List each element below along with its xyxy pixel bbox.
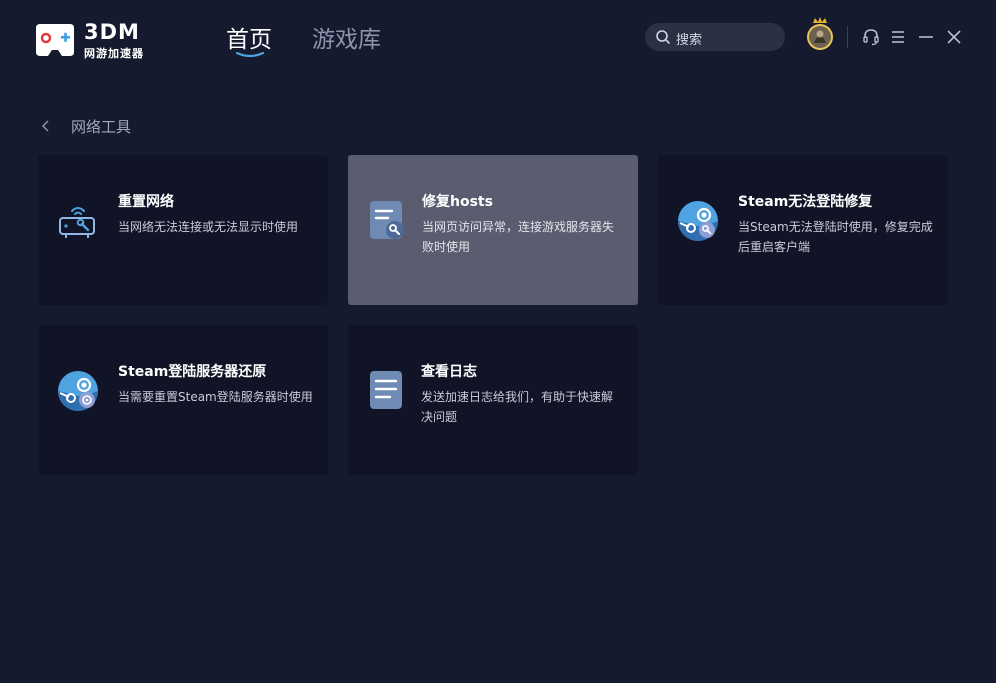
tool-title: 查看日志 — [421, 364, 477, 380]
tool-card-repair-hosts[interactable]: 修复hosts 当网页访问异常，连接游戏服务器失败时使用 — [348, 155, 638, 305]
search-icon — [656, 30, 670, 44]
tool-title: Steam无法登陆修复 — [738, 194, 873, 210]
tool-card-reset-network[interactable]: 重置网络 当网络无法连接或无法显示时使用 — [38, 155, 328, 305]
search-box[interactable]: 搜索 — [645, 23, 785, 51]
logo-name: 3DM — [84, 20, 140, 44]
tool-card-steam-server-restore[interactable]: Steam登陆服务器还原 当需要重置Steam登陆服务器时使用 — [38, 325, 328, 475]
user-avatar[interactable] — [806, 17, 834, 51]
chevron-left-icon[interactable] — [40, 119, 52, 133]
tool-card-steam-login-repair[interactable]: Steam无法登陆修复 当Steam无法登陆时使用，修复完成后重启客户端 — [658, 155, 948, 305]
active-tab-indicator — [236, 52, 264, 58]
logo-subtitle: 网游加速器 — [84, 47, 144, 60]
tool-description: 当需要重置Steam登陆服务器时使用 — [118, 390, 313, 404]
tool-description: 当网页访问异常，连接游戏服务器失败时使用 — [422, 220, 615, 254]
tool-card-view-log[interactable]: 查看日志 发送加速日志给我们，有助于快速解决问题 — [348, 325, 638, 475]
search-input[interactable]: 搜索 — [676, 29, 702, 48]
page-title: 网络工具 — [71, 118, 132, 136]
tool-title: 重置网络 — [118, 194, 174, 210]
toolbar-divider — [847, 26, 848, 48]
log-document-icon — [370, 371, 402, 409]
steam-wrench-icon — [678, 201, 718, 241]
minimize-icon[interactable] — [917, 28, 935, 46]
router-wrench-icon — [59, 207, 95, 238]
app-logo[interactable]: 3DM 网游加速器 — [32, 20, 162, 60]
close-icon[interactable] — [945, 28, 963, 46]
tool-description: 发送加速日志给我们，有助于快速解决问题 — [421, 390, 614, 424]
tool-description: 当Steam无法登陆时使用，修复完成后重启客户端 — [738, 220, 933, 254]
tool-title: Steam登陆服务器还原 — [118, 364, 267, 380]
title-bar: 3DM 网游加速器 首页 游戏库 搜索 — [0, 0, 996, 80]
tab-home[interactable]: 首页 — [226, 20, 272, 54]
menu-icon[interactable] — [889, 28, 907, 46]
tool-description: 当网络无法连接或无法显示时使用 — [118, 220, 299, 234]
steam-restore-icon — [58, 371, 98, 411]
headset-icon[interactable] — [862, 28, 880, 46]
tool-title: 修复hosts — [422, 194, 493, 210]
tab-game-library[interactable]: 游戏库 — [312, 20, 381, 54]
document-wrench-icon — [370, 201, 404, 239]
gamepad-logo-icon — [36, 24, 74, 56]
